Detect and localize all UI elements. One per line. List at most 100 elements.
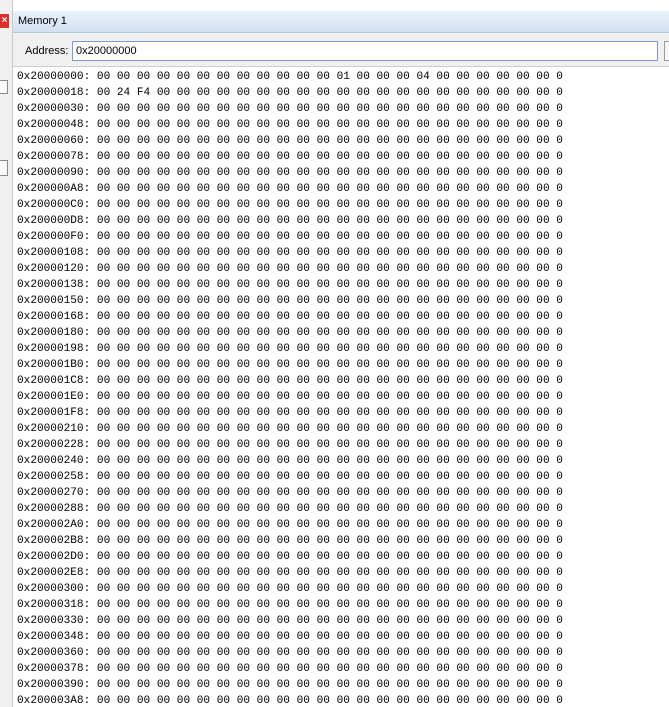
memory-bytes[interactable]: 00 00 00 00 00 00 00 00 00 00 00 00 00 0… <box>97 343 563 355</box>
memory-bytes[interactable]: 00 00 00 00 00 00 00 00 00 00 00 00 00 0… <box>97 471 563 483</box>
memory-row[interactable]: 0x20000240: 00 00 00 00 00 00 00 00 00 0… <box>17 453 669 469</box>
memory-row[interactable]: 0x20000228: 00 00 00 00 00 00 00 00 00 0… <box>17 437 669 453</box>
window-title: Memory 1 <box>18 15 67 27</box>
memory-row[interactable]: 0x20000090: 00 00 00 00 00 00 00 00 00 0… <box>17 165 669 181</box>
memory-row[interactable]: 0x200002A0: 00 00 00 00 00 00 00 00 00 0… <box>17 517 669 533</box>
memory-row[interactable]: 0x200000D8: 00 00 00 00 00 00 00 00 00 0… <box>17 213 669 229</box>
memory-row[interactable]: 0x20000150: 00 00 00 00 00 00 00 00 00 0… <box>17 293 669 309</box>
memory-row[interactable]: 0x20000048: 00 00 00 00 00 00 00 00 00 0… <box>17 117 669 133</box>
memory-row[interactable]: 0x20000210: 00 00 00 00 00 00 00 00 00 0… <box>17 421 669 437</box>
memory-row[interactable]: 0x20000168: 00 00 00 00 00 00 00 00 00 0… <box>17 309 669 325</box>
memory-row[interactable]: 0x200001F8: 00 00 00 00 00 00 00 00 00 0… <box>17 405 669 421</box>
memory-bytes[interactable]: 00 00 00 00 00 00 00 00 00 00 00 00 00 0… <box>97 135 563 147</box>
memory-bytes[interactable]: 00 00 00 00 00 00 00 00 00 00 00 00 00 0… <box>97 423 563 435</box>
memory-bytes[interactable]: 00 00 00 00 00 00 00 00 00 00 00 00 00 0… <box>97 695 563 707</box>
memory-address: 0x20000198: <box>17 343 91 355</box>
memory-row[interactable]: 0x20000018: 00 24 F4 00 00 00 00 00 00 0… <box>17 85 669 101</box>
memory-bytes[interactable]: 00 00 00 00 00 00 00 00 00 00 00 00 00 0… <box>97 103 563 115</box>
memory-row[interactable]: 0x20000348: 00 00 00 00 00 00 00 00 00 0… <box>17 629 669 645</box>
memory-bytes[interactable]: 00 00 00 00 00 00 00 00 00 00 00 00 00 0… <box>97 327 563 339</box>
memory-address: 0x200001B0: <box>17 359 91 371</box>
memory-row[interactable]: 0x200001E0: 00 00 00 00 00 00 00 00 00 0… <box>17 389 669 405</box>
memory-bytes[interactable]: 00 00 00 00 00 00 00 00 00 00 00 00 00 0… <box>97 247 563 259</box>
memory-row[interactable]: 0x20000180: 00 00 00 00 00 00 00 00 00 0… <box>17 325 669 341</box>
memory-address: 0x20000390: <box>17 679 91 691</box>
close-icon[interactable]: × <box>0 14 9 28</box>
dock-tab-marker[interactable] <box>0 160 8 176</box>
memory-address: 0x20000348: <box>17 631 91 643</box>
memory-row[interactable]: 0x20000198: 00 00 00 00 00 00 00 00 00 0… <box>17 341 669 357</box>
window-titlebar[interactable]: Memory 1 <box>13 11 669 33</box>
memory-bytes[interactable]: 00 00 00 00 00 00 00 00 00 00 00 00 00 0… <box>97 151 563 163</box>
memory-row[interactable]: 0x20000378: 00 00 00 00 00 00 00 00 00 0… <box>17 661 669 677</box>
memory-bytes[interactable]: 00 00 00 00 00 00 00 00 00 00 00 00 00 0… <box>97 311 563 323</box>
memory-bytes[interactable]: 00 00 00 00 00 00 00 00 00 00 00 00 00 0… <box>97 295 563 307</box>
memory-bytes[interactable]: 00 00 00 00 00 00 00 00 00 00 00 00 00 0… <box>97 439 563 451</box>
memory-bytes[interactable]: 00 00 00 00 00 00 00 00 00 00 00 00 00 0… <box>97 615 563 627</box>
memory-bytes[interactable]: 00 00 00 00 00 00 00 00 00 00 00 00 00 0… <box>97 663 563 675</box>
memory-row[interactable]: 0x20000330: 00 00 00 00 00 00 00 00 00 0… <box>17 613 669 629</box>
memory-bytes[interactable]: 00 24 F4 00 00 00 00 00 00 00 00 00 00 0… <box>97 87 563 99</box>
memory-bytes[interactable]: 00 00 00 00 00 00 00 00 00 00 00 00 00 0… <box>97 567 563 579</box>
memory-bytes[interactable]: 00 00 00 00 00 00 00 00 00 00 00 00 00 0… <box>97 679 563 691</box>
memory-address: 0x20000240: <box>17 455 91 467</box>
memory-bytes[interactable]: 00 00 00 00 00 00 00 00 00 00 00 00 00 0… <box>97 407 563 419</box>
memory-address: 0x20000378: <box>17 663 91 675</box>
memory-address: 0x200002A0: <box>17 519 91 531</box>
memory-bytes[interactable]: 00 00 00 00 00 00 00 00 00 00 00 00 00 0… <box>97 119 563 131</box>
memory-row[interactable]: 0x20000270: 00 00 00 00 00 00 00 00 00 0… <box>17 485 669 501</box>
address-input[interactable] <box>72 41 658 61</box>
memory-address: 0x20000108: <box>17 247 91 259</box>
memory-bytes[interactable]: 00 00 00 00 00 00 00 00 00 00 00 00 00 0… <box>97 391 563 403</box>
memory-address: 0x20000090: <box>17 167 91 179</box>
memory-row[interactable]: 0x20000288: 00 00 00 00 00 00 00 00 00 0… <box>17 501 669 517</box>
memory-address: 0x20000210: <box>17 423 91 435</box>
memory-bytes[interactable]: 00 00 00 00 00 00 00 00 00 00 00 00 00 0… <box>97 487 563 499</box>
memory-bytes[interactable]: 00 00 00 00 00 00 00 00 00 00 00 00 00 0… <box>97 551 563 563</box>
memory-bytes[interactable]: 00 00 00 00 00 00 00 00 00 00 00 00 00 0… <box>97 535 563 547</box>
memory-bytes[interactable]: 00 00 00 00 00 00 00 00 00 00 00 00 00 0… <box>97 215 563 227</box>
dock-tab-marker[interactable] <box>0 80 8 94</box>
memory-row[interactable]: 0x20000078: 00 00 00 00 00 00 00 00 00 0… <box>17 149 669 165</box>
memory-row[interactable]: 0x200000A8: 00 00 00 00 00 00 00 00 00 0… <box>17 181 669 197</box>
address-dropdown-button[interactable] <box>664 41 669 61</box>
memory-row[interactable]: 0x200000F0: 00 00 00 00 00 00 00 00 00 0… <box>17 229 669 245</box>
memory-bytes[interactable]: 00 00 00 00 00 00 00 00 00 00 00 00 00 0… <box>97 375 563 387</box>
memory-row[interactable]: 0x200001B0: 00 00 00 00 00 00 00 00 00 0… <box>17 357 669 373</box>
memory-row[interactable]: 0x20000138: 00 00 00 00 00 00 00 00 00 0… <box>17 277 669 293</box>
memory-bytes[interactable]: 00 00 00 00 00 00 00 00 00 00 00 00 00 0… <box>97 503 563 515</box>
memory-row[interactable]: 0x200002E8: 00 00 00 00 00 00 00 00 00 0… <box>17 565 669 581</box>
memory-row[interactable]: 0x200001C8: 00 00 00 00 00 00 00 00 00 0… <box>17 373 669 389</box>
memory-row[interactable]: 0x20000360: 00 00 00 00 00 00 00 00 00 0… <box>17 645 669 661</box>
memory-row[interactable]: 0x20000258: 00 00 00 00 00 00 00 00 00 0… <box>17 469 669 485</box>
memory-address: 0x20000168: <box>17 311 91 323</box>
memory-hex-view[interactable]: 0x20000000: 00 00 00 00 00 00 00 00 00 0… <box>17 69 669 707</box>
memory-address: 0x20000018: <box>17 87 91 99</box>
memory-bytes[interactable]: 00 00 00 00 00 00 00 00 00 00 00 00 00 0… <box>97 647 563 659</box>
memory-bytes[interactable]: 00 00 00 00 00 00 00 00 00 00 00 00 00 0… <box>97 167 563 179</box>
memory-bytes[interactable]: 00 00 00 00 00 00 00 00 00 00 00 00 00 0… <box>97 599 563 611</box>
memory-bytes[interactable]: 00 00 00 00 00 00 00 00 00 00 00 00 00 0… <box>97 231 563 243</box>
memory-bytes[interactable]: 00 00 00 00 00 00 00 00 00 00 00 00 00 0… <box>97 199 563 211</box>
memory-row[interactable]: 0x20000030: 00 00 00 00 00 00 00 00 00 0… <box>17 101 669 117</box>
memory-row[interactable]: 0x200002B8: 00 00 00 00 00 00 00 00 00 0… <box>17 533 669 549</box>
memory-bytes[interactable]: 00 00 00 00 00 00 00 00 00 00 00 00 01 0… <box>97 71 563 83</box>
memory-row[interactable]: 0x20000060: 00 00 00 00 00 00 00 00 00 0… <box>17 133 669 149</box>
memory-row[interactable]: 0x20000108: 00 00 00 00 00 00 00 00 00 0… <box>17 245 669 261</box>
memory-bytes[interactable]: 00 00 00 00 00 00 00 00 00 00 00 00 00 0… <box>97 263 563 275</box>
memory-row[interactable]: 0x20000000: 00 00 00 00 00 00 00 00 00 0… <box>17 69 669 85</box>
memory-row[interactable]: 0x200003A8: 00 00 00 00 00 00 00 00 00 0… <box>17 693 669 707</box>
memory-row[interactable]: 0x200002D0: 00 00 00 00 00 00 00 00 00 0… <box>17 549 669 565</box>
memory-row[interactable]: 0x20000390: 00 00 00 00 00 00 00 00 00 0… <box>17 677 669 693</box>
memory-row[interactable]: 0x20000120: 00 00 00 00 00 00 00 00 00 0… <box>17 261 669 277</box>
memory-bytes[interactable]: 00 00 00 00 00 00 00 00 00 00 00 00 00 0… <box>97 583 563 595</box>
memory-bytes[interactable]: 00 00 00 00 00 00 00 00 00 00 00 00 00 0… <box>97 183 563 195</box>
memory-bytes[interactable]: 00 00 00 00 00 00 00 00 00 00 00 00 00 0… <box>97 279 563 291</box>
memory-row[interactable]: 0x200000C0: 00 00 00 00 00 00 00 00 00 0… <box>17 197 669 213</box>
memory-bytes[interactable]: 00 00 00 00 00 00 00 00 00 00 00 00 00 0… <box>97 359 563 371</box>
memory-bytes[interactable]: 00 00 00 00 00 00 00 00 00 00 00 00 00 0… <box>97 631 563 643</box>
memory-bytes[interactable]: 00 00 00 00 00 00 00 00 00 00 00 00 00 0… <box>97 519 563 531</box>
memory-bytes[interactable]: 00 00 00 00 00 00 00 00 00 00 00 00 00 0… <box>97 455 563 467</box>
memory-row[interactable]: 0x20000318: 00 00 00 00 00 00 00 00 00 0… <box>17 597 669 613</box>
memory-row[interactable]: 0x20000300: 00 00 00 00 00 00 00 00 00 0… <box>17 581 669 597</box>
